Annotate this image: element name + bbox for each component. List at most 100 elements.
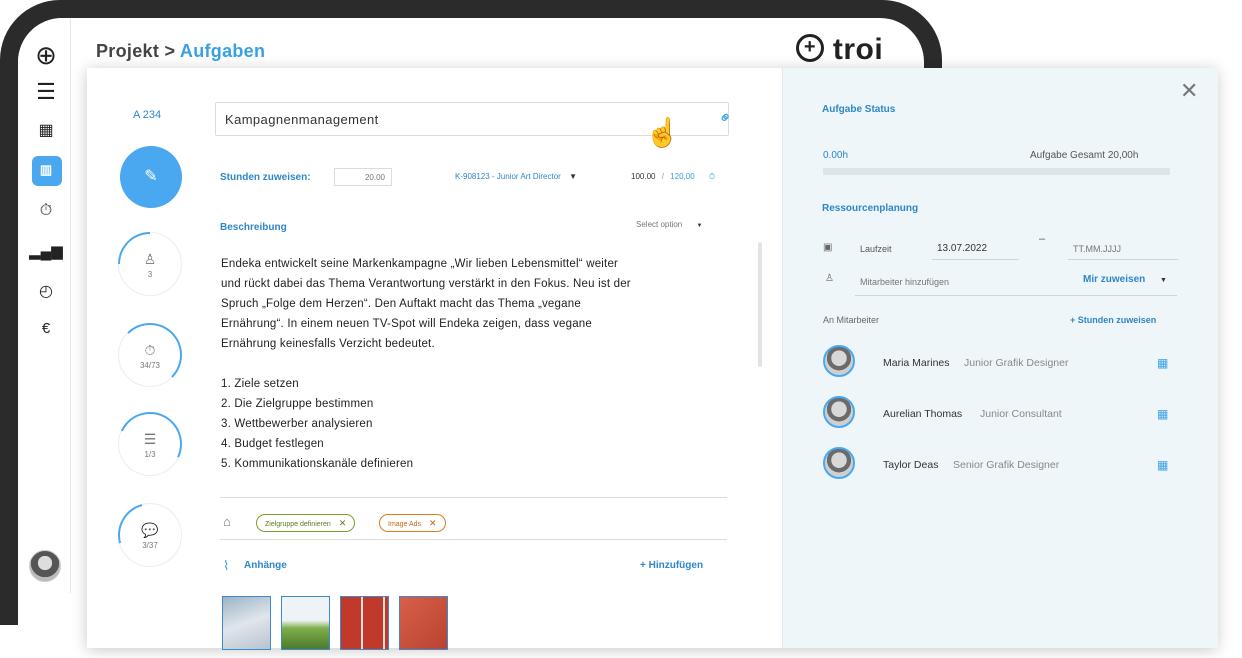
list-item: 3. Wettbewerber analysieren (221, 418, 373, 430)
member-name: Maria Marines (883, 357, 950, 369)
add-attachment-button[interactable]: + Hinzufügen (640, 560, 703, 571)
troi-logo: + troi (796, 33, 883, 67)
description-line: Ernährung keinesfalls Verzicht bedeutet. (221, 338, 435, 350)
attachment-thumbnail[interactable] (340, 596, 389, 650)
close-icon[interactable]: ✕ (1180, 78, 1198, 104)
tag-label: Image Ads (388, 521, 422, 528)
end-date-input[interactable] (1068, 238, 1178, 260)
description-line: Ernährung“. In einem neuen TV-Spot will … (221, 318, 592, 330)
task-details: A 234 ✎ ♙ 3 ⏱ 34/73 ☰ 1/3 💬 3/37 ☝ ⚭ Stu… (87, 68, 782, 650)
calendar-icon: ▣ (823, 242, 833, 253)
tag-label: Zielgruppe definieren (265, 521, 331, 528)
stat-time[interactable]: ⏱ 34/73 (118, 323, 182, 387)
list-item: 5. Kommunikationskanäle definieren (221, 458, 414, 470)
list-item: 1. Ziele setzen (221, 378, 299, 390)
stat-comments-value: 3/37 (142, 541, 158, 550)
attachments-label: Anhänge (244, 560, 287, 571)
calendar-icon[interactable]: ▦ (1157, 407, 1168, 421)
assign-me-button[interactable]: Mir zuweisen ▼ (1083, 274, 1167, 285)
hours-used: 100.00 (631, 172, 656, 181)
member-avatar (823, 447, 855, 479)
status-progress-bar (823, 168, 1170, 175)
edit-button[interactable]: ✎ (120, 146, 182, 208)
status-hours: 0.00h (823, 150, 849, 161)
member-row[interactable]: Aurelian Thomas Junior Consultant ▦ (823, 396, 1183, 436)
paperclip-icon: ⌇ (223, 558, 230, 573)
close-icon[interactable]: ✕ (339, 518, 347, 528)
task-modal: A 234 ✎ ♙ 3 ⏱ 34/73 ☰ 1/3 💬 3/37 ☝ ⚭ Stu… (87, 68, 1218, 650)
hand-cursor-icon: ☝ (645, 117, 680, 148)
description-line: und rückt dabei das Thema Verantwortung … (221, 278, 631, 290)
assignment-select[interactable]: K-908123 - Junior Art Director ▼ (455, 172, 577, 181)
select-option-dropdown[interactable]: Select option ▼ (636, 220, 702, 229)
start-date-input[interactable] (932, 238, 1019, 260)
user-icon: ♙ (825, 273, 834, 284)
chevron-down-icon: ▼ (569, 172, 577, 181)
menu-icon[interactable]: ☰ (18, 79, 74, 105)
divider (220, 539, 727, 540)
add-circle-icon[interactable]: ⊕ (18, 40, 74, 71)
stat-comments[interactable]: 💬 3/37 (106, 491, 194, 579)
member-row[interactable]: Maria Marines Junior Grafik Designer ▦ (823, 345, 1183, 385)
timer-icon[interactable]: ⏱ (18, 202, 74, 220)
calendar-icon[interactable]: ▦ (1157, 356, 1168, 370)
description-line: Endeka entwickelt seine Markenkampagne „… (221, 258, 619, 270)
hours-total: 120,00 (670, 172, 695, 181)
stopwatch-small-icon[interactable]: ⏱ (709, 172, 715, 181)
hours-input[interactable] (334, 168, 392, 186)
chevron-down-icon: ▼ (696, 223, 703, 229)
tag-target-group[interactable]: Zielgruppe definieren ✕ (256, 514, 356, 532)
dashboard-icon[interactable]: ▦ (18, 120, 74, 140)
stat-assignees[interactable]: ♙ 3 (104, 218, 196, 310)
resources-title: Ressourcenplanung (822, 203, 919, 214)
calendar-icon[interactable]: ▦ (1157, 458, 1168, 472)
task-sidebar: ✕ Aufgabe Status 0.00h Aufgabe Gesamt 20… (782, 68, 1218, 648)
stopwatch-icon: ⏱ (144, 342, 156, 358)
assign-hours-button[interactable]: + Stunden zuweisen (1070, 315, 1156, 325)
attachment-thumbnail[interactable] (399, 596, 448, 650)
date-dash: – (1039, 233, 1046, 245)
logo-text: troi (832, 33, 884, 66)
comment-icon: 💬 (141, 522, 159, 538)
nav-rail: ⊕ ☰ ▦ ▥ ⏱ ▂▄▆ ◴ € (18, 18, 71, 593)
description-label: Beschreibung (220, 222, 287, 233)
member-row[interactable]: Taylor Deas Senior Grafik Designer ▦ (823, 447, 1183, 487)
member-name: Aurelian Thomas (883, 408, 963, 420)
tag-icon: ⌂ (223, 514, 231, 529)
chevron-down-icon: ▼ (1160, 277, 1167, 284)
pencil-icon: ✎ (144, 168, 158, 185)
attachment-thumbnail[interactable] (281, 596, 330, 650)
user-avatar[interactable] (29, 550, 61, 582)
euro-icon[interactable]: € (18, 320, 74, 337)
tag-image-ads[interactable]: Image Ads ✕ (379, 514, 446, 532)
user-icon: ♙ (143, 251, 157, 267)
member-avatar (823, 396, 855, 428)
chart-icon[interactable]: ▂▄▆ (18, 242, 74, 260)
clock-icon[interactable]: ◴ (18, 281, 74, 301)
stat-checklist[interactable]: ☰ 1/3 (108, 402, 192, 486)
attachment-thumbnail[interactable] (222, 596, 271, 650)
breadcrumb: Projekt > Aufgaben (96, 41, 265, 62)
stat-time-value: 34/73 (139, 361, 161, 370)
stat-assignees-value: 3 (147, 270, 153, 279)
stat-checklist-value: 1/3 (144, 450, 156, 459)
close-icon[interactable]: ✕ (429, 518, 437, 528)
breadcrumb-separator: > (164, 41, 176, 61)
list-icon: ☰ (143, 431, 157, 447)
member-role: Junior Grafik Designer (964, 357, 1069, 369)
member-avatar (823, 345, 855, 377)
member-role: Senior Grafik Designer (953, 459, 1060, 471)
assignment-label: K-908123 - Junior Art Director (455, 172, 561, 181)
member-name: Taylor Deas (883, 459, 939, 471)
list-item: 2. Die Zielgruppe bestimmen (221, 398, 374, 410)
breadcrumb-current: Aufgaben (179, 41, 266, 61)
breadcrumb-project[interactable]: Projekt (96, 41, 159, 61)
description-text[interactable]: Endeka entwickelt seine Markenkampagne „… (221, 254, 761, 474)
hours-label: Stunden zuweisen: (220, 172, 311, 183)
to-member-label: An Mitarbeiter (823, 315, 880, 325)
description-line: Spruch „Folge dem Herzen“. Den Auftakt m… (221, 298, 581, 310)
projects-icon[interactable]: ▥ (18, 162, 74, 178)
divider (220, 497, 727, 498)
hours-sep: / (661, 172, 664, 181)
